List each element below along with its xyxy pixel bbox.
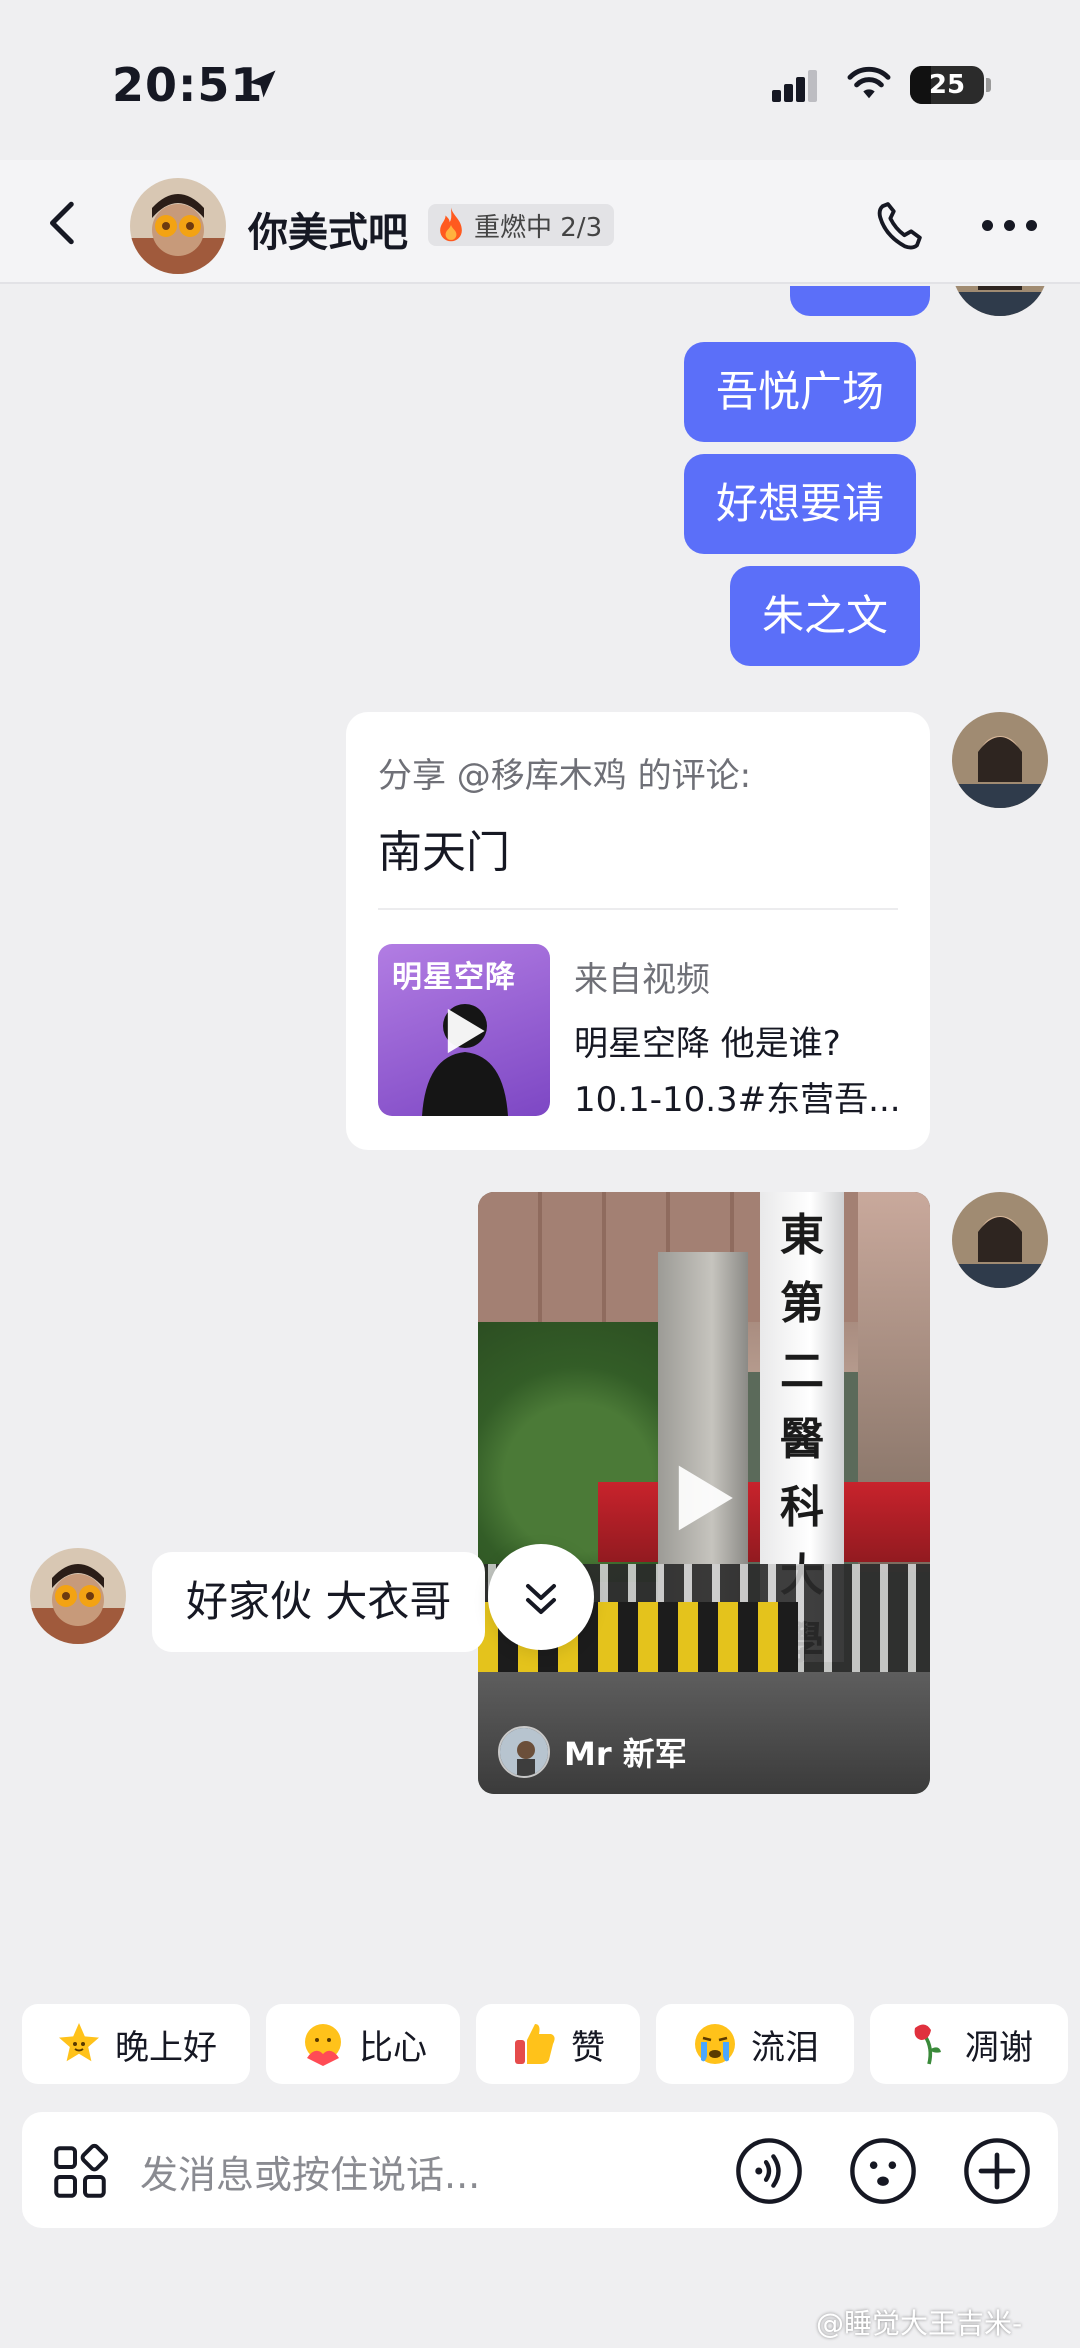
- fire-icon: [440, 207, 462, 242]
- contact-avatar[interactable]: [130, 178, 226, 274]
- status-bar: 20:51 25: [0, 0, 1080, 160]
- video-thumbnail[interactable]: 明星空降: [378, 944, 550, 1116]
- quick-reply-label: 凋谢: [965, 2027, 1033, 2068]
- quick-reply-wilted[interactable]: 凋谢: [870, 2004, 1068, 2084]
- plus-icon[interactable]: [962, 2136, 1032, 2206]
- back-button[interactable]: [40, 196, 90, 250]
- thumbs-up-emoji-icon: [515, 2024, 555, 2064]
- avatar-photo-icon: [952, 1192, 1048, 1288]
- double-chevron-down-icon: [526, 1584, 556, 1614]
- emoji-icon[interactable]: [848, 2136, 918, 2206]
- quick-reply-label: 比心: [359, 2027, 427, 2068]
- share-source-label: 来自视频: [574, 960, 710, 1000]
- voice-input-icon[interactable]: [734, 2136, 804, 2206]
- message-bubble-received[interactable]: 好家伙 大衣哥: [152, 1552, 486, 1652]
- chat-header: 你美式吧 重燃中 2/3: [0, 160, 1080, 284]
- quick-reply-like[interactable]: 赞: [476, 2004, 640, 2084]
- thumbnail-title: 明星空降: [392, 960, 516, 995]
- video-description: 10.1-10.3#东营吾...: [574, 1080, 901, 1120]
- message-bubble-sent[interactable]: 好想要请: [684, 454, 917, 554]
- avatar-photo-icon: [130, 178, 226, 274]
- quick-reply-good-evening[interactable]: 晚上好: [22, 2004, 250, 2084]
- avatar-photo-icon: [952, 712, 1048, 808]
- contact-avatar[interactable]: [30, 1548, 126, 1644]
- play-icon: [447, 1008, 485, 1054]
- avatar-photo-icon: [952, 286, 1048, 316]
- video-title: 明星空降 他是谁?: [574, 1024, 841, 1064]
- avatar-photo-icon: [30, 1548, 126, 1644]
- shared-comment-card[interactable]: 分享 @移库木鸡 的评论: 南天门 明星空降 来自视频 明星空降 他是谁? 10…: [346, 712, 930, 1150]
- author-avatar: [498, 1726, 550, 1778]
- wifi-icon: [847, 66, 891, 99]
- contact-name: 你美式吧: [248, 210, 408, 256]
- play-icon[interactable]: [668, 1458, 740, 1538]
- quick-reply-label: 赞: [571, 2027, 605, 2068]
- crying-face-emoji-icon: [695, 2024, 735, 2064]
- cellular-signal-icon: [772, 70, 817, 102]
- divider: [378, 908, 898, 910]
- shared-comment-text: 南天门: [378, 827, 510, 878]
- message-bubble-sent[interactable]: 10.1: [790, 286, 930, 316]
- battery-icon: 25: [910, 66, 991, 104]
- wilted-rose-emoji-icon: [914, 2024, 941, 2065]
- apps-grid-icon[interactable]: [50, 2142, 110, 2202]
- message-bubble-sent[interactable]: 朱之文: [730, 566, 921, 666]
- message-bubble-sent[interactable]: 吾悦广场: [684, 342, 917, 442]
- more-options-button[interactable]: [982, 220, 1038, 234]
- streak-text: 重燃中 2/3: [474, 212, 603, 243]
- shared-video-card[interactable]: 東 第 二 醫 科 大 學 Mr 新军: [478, 1192, 930, 1794]
- star-face-emoji-icon: [59, 2023, 99, 2062]
- quick-reply-label: 流泪: [751, 2027, 819, 2068]
- message-input[interactable]: 发消息或按住说话...: [140, 2144, 480, 2199]
- quick-reply-label: 晚上好: [115, 2027, 217, 2068]
- message-list[interactable]: 10.1 吾悦广场 好想要请 朱之文 分享 @移库木鸡 的评论: 南天门 明星空…: [0, 286, 1080, 1986]
- quick-reply-bar: 晚上好 比心 赞 流泪 凋谢: [0, 2004, 1080, 2084]
- scroll-to-bottom-button[interactable]: [488, 1544, 594, 1650]
- author-name: Mr 新军: [564, 1735, 687, 1773]
- battery-level: 25: [928, 70, 966, 100]
- watermark: @睡觉大王吉米-: [816, 2307, 1023, 2340]
- phone-call-button[interactable]: [872, 198, 930, 256]
- heart-hands-emoji-icon: [305, 2024, 341, 2066]
- message-input-bar: 发消息或按住说话...: [22, 2112, 1058, 2228]
- video-author: Mr 新军: [498, 1726, 687, 1778]
- location-arrow-icon: [248, 70, 276, 98]
- quick-reply-heart[interactable]: 比心: [266, 2004, 460, 2084]
- my-avatar[interactable]: [952, 286, 1048, 316]
- my-avatar[interactable]: [952, 712, 1048, 808]
- my-avatar[interactable]: [952, 1192, 1048, 1288]
- share-header: 分享 @移库木鸡 的评论:: [378, 756, 752, 796]
- quick-reply-tears[interactable]: 流泪: [656, 2004, 854, 2084]
- status-time: 20:51: [112, 58, 264, 112]
- streak-badge: 重燃中 2/3: [428, 204, 615, 246]
- avatar-photo-icon: [500, 1728, 548, 1776]
